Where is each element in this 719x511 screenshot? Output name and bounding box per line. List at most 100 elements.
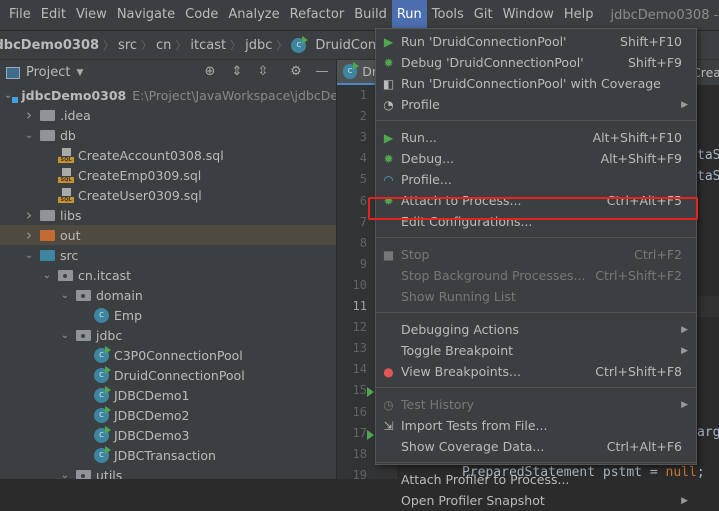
run-gutter-icon[interactable] [367, 430, 374, 440]
tree-item-label: out [60, 228, 80, 243]
breadcrumb-item[interactable]: cn [152, 38, 175, 53]
run-gutter-icon[interactable] [367, 387, 374, 397]
tree-item[interactable]: SQLCreateEmp0309.sql [0, 165, 336, 185]
breadcrumb-item[interactable]: jdbc [241, 38, 276, 53]
menu-file[interactable]: File [4, 0, 36, 30]
tree-item[interactable]: SQLCreateUser0309.sql [0, 185, 336, 205]
menu-code[interactable]: Code [180, 0, 223, 30]
menu-item-run-druidconnectionpool-with-coverage[interactable]: ◧Run 'DruidConnectionPool' with Coverage [376, 73, 696, 94]
tree-item-label: CreateUser0309.sql [78, 188, 202, 203]
tree-item[interactable]: ⌄jdbcDemo0308E:\Project\JavaWorkspace\jd… [0, 85, 336, 105]
line-number: 14 [337, 362, 367, 376]
line-number: 12 [337, 320, 367, 334]
tree-item-label: db [60, 128, 76, 143]
menu-item-label: Profile [401, 97, 681, 112]
tree-item[interactable]: cJDBCDemo2 [0, 405, 336, 425]
profiler-gauge-icon: ◠ [376, 173, 401, 187]
tree-item[interactable]: cDruidConnectionPool [0, 365, 336, 385]
chevron-down-icon[interactable]: ⌄ [4, 90, 12, 101]
line-number: 17 [337, 426, 367, 440]
breadcrumb-item[interactable]: src [114, 38, 141, 53]
menu-item-run[interactable]: ▶Run...Alt+Shift+F10 [376, 127, 696, 148]
menu-separator [376, 387, 696, 388]
chevron-down-icon[interactable]: ⌄ [58, 470, 72, 480]
chevron-down-icon[interactable]: ⌄ [58, 330, 72, 341]
breadcrumb-item[interactable]: jdbcDemo0308 [0, 38, 103, 53]
menu-item-label: Open Profiler Snapshot [401, 493, 681, 508]
tree-item[interactable]: › out [0, 225, 336, 245]
tree-item[interactable]: cC3P0ConnectionPool [0, 345, 336, 365]
gear-icon[interactable]: ⚙ [288, 64, 304, 80]
menu-view[interactable]: View [71, 0, 112, 30]
menu-item-debug-druidconnectionpool[interactable]: ✹Debug 'DruidConnectionPool'Shift+F9 [376, 52, 696, 73]
menu-build[interactable]: Build [349, 0, 392, 30]
debug-icon: ✹ [376, 152, 401, 166]
tree-item[interactable]: ⌄src [0, 245, 336, 265]
line-number: 4 [337, 151, 367, 165]
project-path: E:\Project\JavaWorkspace\jdbcDe [132, 88, 336, 103]
submenu-arrow-icon: ▶ [681, 346, 696, 356]
menu-item-stop: ■StopCtrl+F2 [376, 244, 696, 265]
chevron-right-icon[interactable]: › [22, 226, 36, 244]
menu-item-shortcut: Ctrl+Shift+F2 [595, 268, 696, 283]
tree-item[interactable]: ⌄domain [0, 285, 336, 305]
menu-item-view-breakpoints[interactable]: ●View Breakpoints...Ctrl+Shift+F8 [376, 361, 696, 382]
menu-item-test-history: ◷Test History▶ [376, 394, 696, 415]
tree-item[interactable]: ›.idea [0, 105, 336, 125]
menu-item-import-tests-from-file[interactable]: ⇲Import Tests from File... [376, 415, 696, 436]
minimize-icon[interactable]: — [314, 64, 330, 80]
tree-item[interactable]: cJDBCDemo1 [0, 385, 336, 405]
menu-item-toggle-breakpoint[interactable]: Toggle Breakpoint▶ [376, 340, 696, 361]
tree-item[interactable]: ›libs [0, 205, 336, 225]
menu-separator [376, 120, 696, 121]
menu-item-profile[interactable]: ◔Profile▶ [376, 94, 696, 115]
menu-help[interactable]: Help [559, 0, 599, 30]
menu-item-stop-background-processes: Stop Background Processes...Ctrl+Shift+F… [376, 265, 696, 286]
menu-git[interactable]: Git [469, 0, 498, 30]
menu-item-run-druidconnectionpool[interactable]: ▶Run 'DruidConnectionPool'Shift+F10 [376, 31, 696, 52]
menu-item-label: Stop [401, 247, 634, 262]
class-icon: c [94, 428, 109, 443]
menu-item-attach-profiler-to-process[interactable]: Attach Profiler to Process... [376, 469, 696, 490]
tree-item[interactable]: SQLCreateAccount0308.sql [0, 145, 336, 165]
project-view-selector[interactable]: Project [26, 65, 70, 80]
chevron-down-icon[interactable]: ▼ [76, 68, 83, 78]
tree-item[interactable]: cJDBCDemo3 [0, 425, 336, 445]
tree-item[interactable]: ⌄utils [0, 465, 336, 479]
menu-edit[interactable]: Edit [36, 0, 71, 30]
menu-item-show-coverage-data[interactable]: Show Coverage Data...Ctrl+Alt+F6 [376, 436, 696, 457]
tree-item-label: DruidConnectionPool [114, 368, 245, 383]
chevron-down-icon[interactable]: ⌄ [22, 250, 36, 261]
breadcrumb-item[interactable]: itcast [186, 38, 230, 53]
menu-item-debug[interactable]: ✹Debug...Alt+Shift+F9 [376, 148, 696, 169]
chevron-right-icon[interactable]: › [22, 106, 36, 124]
menu-item-open-profiler-snapshot[interactable]: Open Profiler Snapshot▶ [376, 490, 696, 511]
tree-item[interactable]: ⌄ jdbc [0, 325, 336, 345]
menu-refactor[interactable]: Refactor [285, 0, 350, 30]
menu-run[interactable]: Run [392, 0, 427, 30]
tree-item[interactable]: cEmp [0, 305, 336, 325]
menu-window[interactable]: Window [498, 0, 559, 30]
tab-druid-connection-pool[interactable]: cDr [337, 60, 377, 86]
menu-item-profile[interactable]: ◠Profile... [376, 169, 696, 190]
line-number: 1 [337, 88, 367, 102]
chevron-down-icon[interactable]: ⌄ [22, 130, 36, 141]
run-icon: ▶ [376, 35, 401, 49]
menu-navigate[interactable]: Navigate [112, 0, 180, 30]
chevron-down-icon[interactable]: ⌄ [58, 290, 72, 301]
tree-item-label: JDBCDemo1 [114, 388, 190, 403]
menu-analyze[interactable]: Analyze [223, 0, 284, 30]
folder-icon [40, 230, 55, 241]
tree-item-label: jdbc [96, 328, 122, 343]
menu-tools[interactable]: Tools [427, 0, 469, 30]
tree-item[interactable]: ⌄ db [0, 125, 336, 145]
tree-item[interactable]: ⌄cn.itcast [0, 265, 336, 285]
locate-icon[interactable]: ⊕ [202, 64, 218, 80]
line-number: 7 [337, 215, 367, 229]
menu-item-debugging-actions[interactable]: Debugging Actions▶ [376, 319, 696, 340]
expand-all-icon[interactable]: ⇕ [229, 64, 245, 80]
collapse-all-icon[interactable]: ⇳ [255, 64, 271, 80]
tree-item[interactable]: cJDBCTransaction [0, 445, 336, 465]
chevron-right-icon[interactable]: › [22, 206, 36, 224]
chevron-down-icon[interactable]: ⌄ [40, 270, 54, 281]
